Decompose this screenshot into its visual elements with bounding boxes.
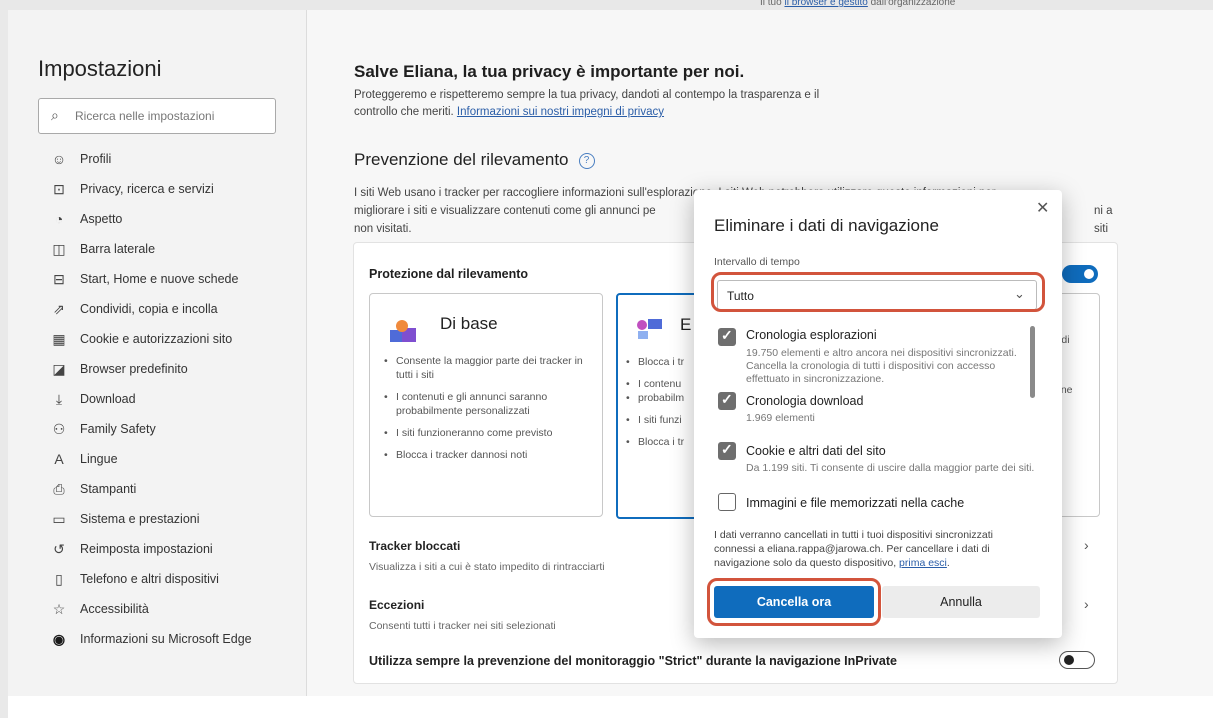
option-balanced-bullets: Blocca i tr I contenu probabilm I siti f… [626, 355, 684, 457]
privacy-commitments-link[interactable]: Informazioni sui nostri impegni di priva… [457, 106, 664, 118]
printer-icon: ⎙ [53, 480, 65, 497]
option-basic[interactable]: Di base Consente la maggior parte dei tr… [369, 293, 603, 517]
sidebar-item-download[interactable]: ⤓ Download [38, 384, 298, 414]
edge-icon: ◉ [52, 630, 66, 647]
list-item: Consente la maggior parte dei tracker in… [384, 354, 594, 382]
home-tab-icon: ⊟ [53, 270, 65, 287]
reset-icon: ↺ [53, 540, 65, 557]
browsing-history-label: Cronologia esplorazioni [746, 328, 877, 342]
download-icon: ⤓ [55, 390, 63, 407]
search-icon: ⌕ [51, 107, 59, 123]
chevron-right-icon[interactable]: › [1084, 537, 1089, 553]
sidebar-item-start-home[interactable]: ⊟ Start, Home e nuove schede [38, 264, 298, 294]
download-history-label: Cronologia download [746, 394, 864, 408]
language-icon: A [54, 451, 64, 467]
sidebar-item-barra-laterale[interactable]: ◫ Barra laterale [38, 234, 298, 264]
blocked-trackers-sub: Visualizza i siti a cui è stato impedito… [369, 561, 605, 573]
highlight-annotation [711, 272, 1045, 312]
browser-icon: ◪ [52, 360, 66, 377]
sidebar-item-telefono[interactable]: ▯ Telefono e altri dispositivi [38, 564, 298, 594]
checkbox-cookies[interactable] [718, 441, 736, 460]
share-icon: ⇗ [53, 300, 65, 317]
tracking-protection-toggle[interactable] [1062, 265, 1098, 283]
exceptions-title[interactable]: Eccezioni [369, 598, 424, 612]
blocked-trackers-title[interactable]: Tracker bloccati [369, 539, 460, 553]
privacy-greeting-sub: Proteggeremo e rispetteremo sempre la tu… [354, 89, 820, 118]
sidebar-item-sistema[interactable]: ▭ Sistema e prestazioni [38, 504, 298, 534]
chevron-right-icon[interactable]: › [1084, 596, 1089, 612]
inprivate-strict-toggle[interactable] [1059, 651, 1095, 669]
lock-icon: ⊡ [53, 180, 65, 197]
list-item: Blocca i tr [626, 355, 684, 369]
list-item: I siti funzioneranno come previsto [384, 426, 594, 440]
appearance-icon: ◔ [54, 211, 64, 227]
download-history-desc: 1.969 elementi [746, 412, 815, 424]
settings-title: Impostazioni [38, 56, 162, 81]
browsing-history-desc: 19.750 elementi e altro ancora nei dispo… [746, 347, 1017, 385]
family-icon: ⚇ [52, 420, 66, 437]
inprivate-strict-label: Utilizza sempre la prevenzione del monit… [369, 654, 897, 668]
tracking-prevention-title: Prevenzione del rilevamento? [354, 150, 595, 170]
settings-sidebar: Impostazioni ⌕ Ricerca nelle impostazion… [8, 10, 307, 696]
managed-browser-notice: Il tuo il browser è gestito dall'organiz… [760, 0, 955, 8]
checkbox-browsing-history[interactable] [718, 327, 736, 346]
option-balanced-name: E [680, 315, 692, 334]
sidebar-icon: ◫ [52, 240, 66, 257]
top-strip: Il tuo il browser è gestito dall'organiz… [0, 0, 1213, 10]
sidebar-item-cookie[interactable]: ▦ Cookie e autorizzazioni sito [38, 324, 298, 354]
sidebar-item-lingue[interactable]: A Lingue [38, 444, 298, 474]
sidebar-item-profili[interactable]: ☺ Profili [38, 144, 298, 174]
list-item: I siti funzi [626, 413, 684, 427]
clear-browsing-data-dialog: Eliminare i dati di navigazione ✕ Interv… [694, 190, 1062, 638]
sidebar-item-info-edge[interactable]: ◉ Informazioni su Microsoft Edge [38, 624, 298, 654]
exceptions-sub: Consenti tutti i tracker nei siti selezi… [369, 620, 556, 632]
accessibility-icon: ☆ [52, 600, 66, 617]
sidebar-item-family-safety[interactable]: ⚇ Family Safety [38, 414, 298, 444]
option-basic-name: Di base [440, 314, 498, 333]
checkbox-cache[interactable] [718, 493, 736, 511]
balanced-shapes-icon [637, 319, 662, 339]
option-basic-bullets: Consente la maggior parte dei tracker in… [384, 354, 594, 470]
sidebar-item-privacy[interactable]: ⊡ Privacy, ricerca e servizi [38, 174, 298, 204]
profile-icon: ☺ [51, 151, 67, 167]
privacy-greeting: Salve Eliana, la tua privacy è important… [354, 62, 745, 81]
cookies-desc: Da 1.199 siti. Ti consente di uscire dal… [746, 462, 1035, 474]
basic-shapes-icon [390, 320, 416, 342]
window-frame-left [0, 10, 8, 718]
sidebar-item-aspetto[interactable]: ◔ Aspetto [38, 204, 298, 234]
cache-label: Immagini e file memorizzati nella cache [746, 496, 965, 510]
sidebar-item-condividi[interactable]: ⇗ Condividi, copia e incolla [38, 294, 298, 324]
checkbox-download-history[interactable] [718, 391, 736, 410]
search-input[interactable]: ⌕ Ricerca nelle impostazioni [38, 98, 276, 134]
sidebar-item-browser-predefinito[interactable]: ◪ Browser predefinito [38, 354, 298, 384]
sidebar-item-stampanti[interactable]: ⎙ Stampanti [38, 474, 298, 504]
search-placeholder: Ricerca nelle impostazioni [75, 109, 215, 123]
tracking-protection-label: Protezione dal rilevamento [369, 267, 529, 281]
list-item: I contenuti e gli annunci saranno probab… [384, 390, 594, 418]
dialog-title: Eliminare i dati di navigazione [714, 216, 939, 235]
sync-note: I dati verranno cancellati in tutti i tu… [714, 529, 993, 569]
help-icon[interactable]: ? [578, 152, 595, 169]
list-item: Blocca i tr [626, 435, 684, 449]
phone-icon: ▯ [55, 570, 63, 587]
sidebar-item-accessibilita[interactable]: ☆ Accessibilità [38, 594, 298, 624]
system-icon: ▭ [52, 510, 66, 527]
sidebar-item-reimposta[interactable]: ↺ Reimposta impostazioni [38, 534, 298, 564]
cookies-label: Cookie e altri dati del sito [746, 444, 886, 458]
list-item: Blocca i tracker dannosi noti [384, 448, 594, 462]
sign-out-link[interactable]: prima esci [899, 557, 947, 569]
managed-link[interactable]: il browser è gestito [784, 0, 867, 8]
settings-nav: ☺ Profili ⊡ Privacy, ricerca e servizi ◔ As… [38, 144, 298, 654]
cancel-button[interactable]: Annulla [882, 586, 1040, 618]
close-icon[interactable]: ✕ [1036, 198, 1049, 218]
list-item: I contenu [626, 377, 684, 391]
time-range-label: Intervallo di tempo [714, 256, 800, 268]
cookie-icon: ▦ [52, 330, 66, 347]
highlight-annotation [707, 578, 881, 626]
list-item: probabilm [626, 391, 684, 405]
